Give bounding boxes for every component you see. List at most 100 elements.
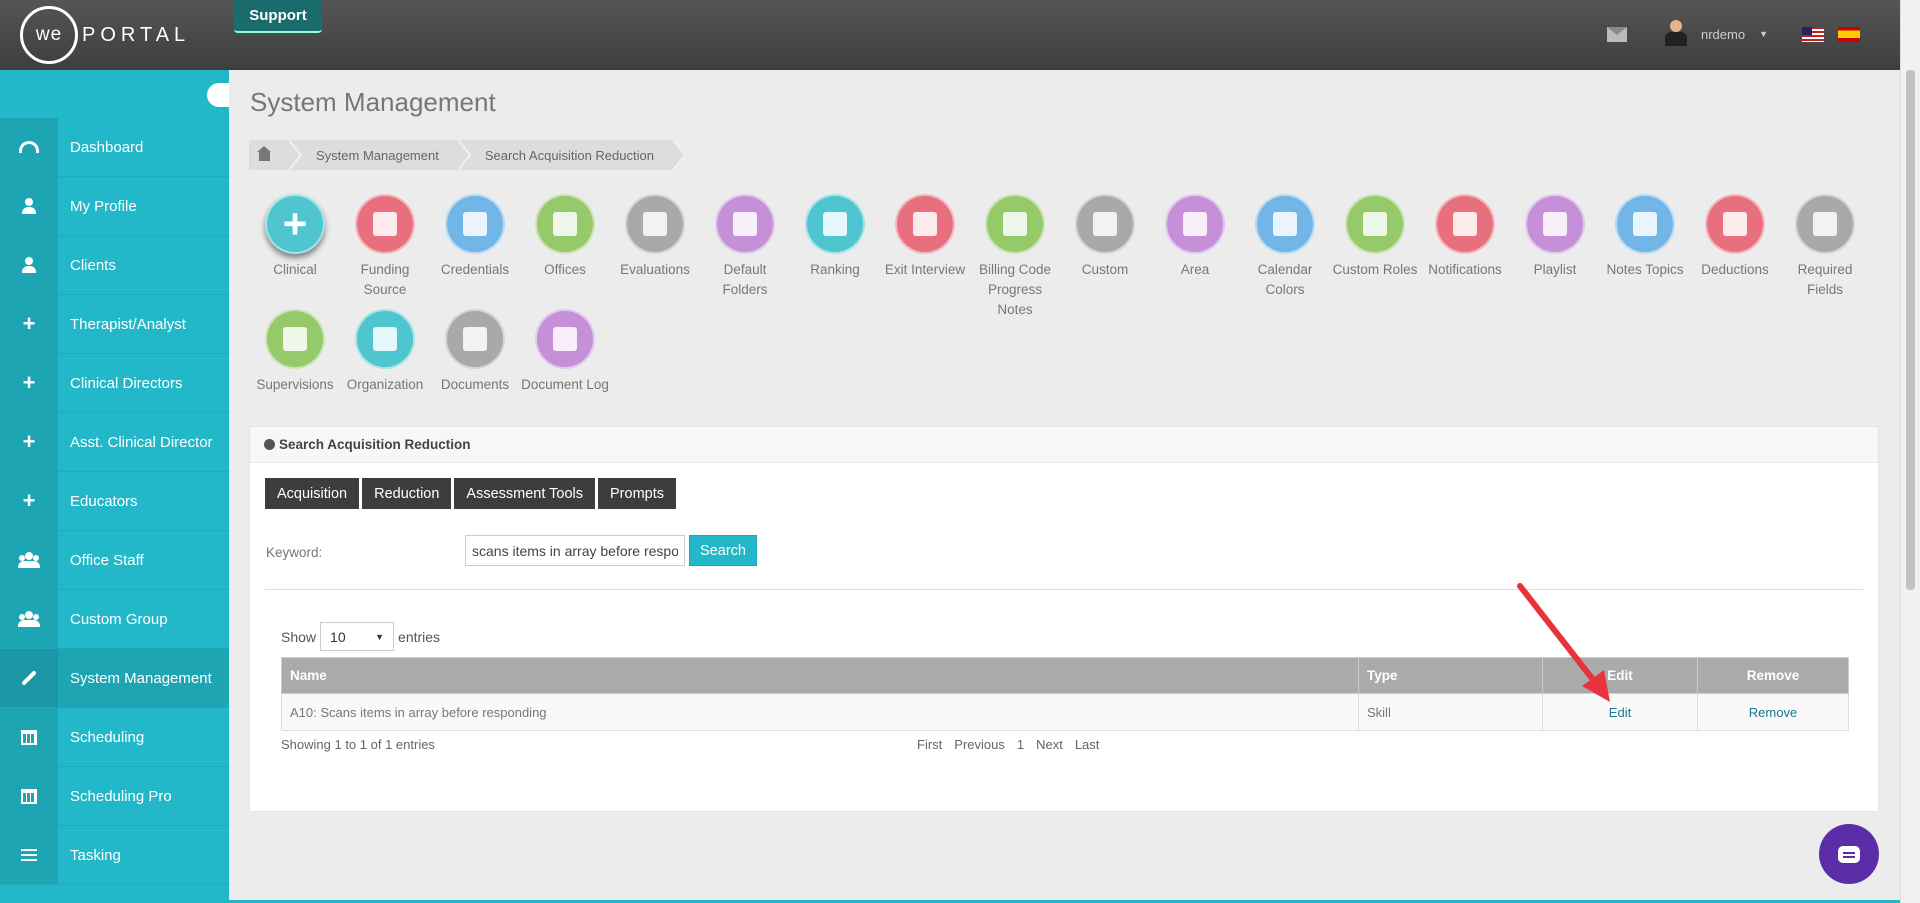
sidebar-item-tasking[interactable]: Tasking	[0, 826, 229, 885]
sidebar-item-asst-clinical-director[interactable]: + Asst. Clinical Director	[0, 413, 229, 472]
module-icon[interactable]	[265, 309, 325, 369]
user-avatar[interactable]	[1665, 20, 1687, 48]
sidebar-toggle[interactable]	[207, 83, 229, 107]
sidebar-item-educators[interactable]: + Educators	[0, 472, 229, 531]
module-funding-source[interactable]: Funding Source	[340, 194, 430, 300]
sidebar-item-clients[interactable]: Clients	[0, 236, 229, 295]
module-icon[interactable]	[1705, 194, 1765, 254]
module-icon[interactable]	[535, 309, 595, 369]
spain-flag-icon[interactable]	[1838, 26, 1860, 42]
notes-topics-icon	[1633, 212, 1657, 236]
module-label: Evaluations	[620, 262, 690, 277]
scrollbar-thumb[interactable]	[1906, 70, 1915, 590]
sidebar-item-system-management[interactable]: System Management	[0, 649, 229, 708]
module-notes-topics[interactable]: Notes Topics	[1600, 194, 1690, 280]
module-icon[interactable]	[1255, 194, 1315, 254]
tab-reduction[interactable]: Reduction	[362, 478, 452, 509]
pager-next[interactable]: Next	[1036, 737, 1063, 752]
module-playlist[interactable]: Playlist	[1510, 194, 1600, 280]
module-billing-code-progress-notes[interactable]: Billing Code Progress Notes	[970, 194, 1060, 320]
module-icon[interactable]	[445, 309, 505, 369]
tab-acquisition[interactable]: Acquisition	[265, 478, 360, 509]
icon-cell: +	[0, 413, 58, 471]
sidebar-item-scheduling[interactable]: Scheduling	[0, 708, 229, 767]
module-icon[interactable]	[1435, 194, 1495, 254]
module-exit-interview[interactable]: Exit Interview	[880, 194, 970, 280]
logo[interactable]: we PORTAL	[20, 5, 190, 65]
pager-first[interactable]: First	[917, 737, 942, 752]
us-flag-icon[interactable]	[1802, 26, 1824, 42]
sidebar-item-therapist-analyst[interactable]: + Therapist/Analyst	[0, 295, 229, 354]
module-documents[interactable]: Documents	[430, 309, 520, 395]
module-icon[interactable]	[355, 194, 415, 254]
pager-last[interactable]: Last	[1075, 737, 1100, 752]
breadcrumb-item[interactable]: Search Acquisition Reduction	[458, 140, 687, 170]
module-icon[interactable]	[535, 194, 595, 254]
module-required-fields[interactable]: Required Fields	[1780, 194, 1870, 300]
col-remove[interactable]: Remove	[1697, 657, 1849, 694]
sidebar-item-my-profile[interactable]: My Profile	[0, 177, 229, 236]
module-custom[interactable]: Custom	[1060, 194, 1150, 280]
module-label: Custom Roles	[1332, 262, 1418, 277]
module-deductions[interactable]: Deductions	[1690, 194, 1780, 280]
module-icon[interactable]	[355, 309, 415, 369]
tab-prompts[interactable]: Prompts	[598, 478, 677, 509]
pager-previous[interactable]: Previous	[954, 737, 1005, 752]
col-name[interactable]: Name	[281, 657, 1359, 694]
support-button[interactable]: Support	[234, 0, 322, 33]
sidebar-item-label: Office Staff	[70, 551, 144, 569]
module-evaluations[interactable]: Evaluations	[610, 194, 700, 280]
keyword-input[interactable]	[465, 535, 685, 566]
module-icon[interactable]	[625, 194, 685, 254]
sidebar-item-office-staff[interactable]: Office Staff	[0, 531, 229, 590]
module-icon[interactable]	[985, 194, 1045, 254]
deductions-icon	[1723, 212, 1747, 236]
breadcrumb-home[interactable]	[249, 140, 302, 170]
module-notifications[interactable]: Notifications	[1420, 194, 1510, 280]
module-organization[interactable]: Organization	[340, 309, 430, 395]
module-default-folders[interactable]: Default Folders	[700, 194, 790, 300]
sidebar-item-clinical-directors[interactable]: + Clinical Directors	[0, 354, 229, 413]
sidebar-item-dashboard[interactable]: Dashboard	[0, 118, 229, 177]
users-icon	[18, 552, 40, 568]
chat-button[interactable]	[1819, 824, 1879, 884]
module-icon[interactable]	[1165, 194, 1225, 254]
sidebar-item-label: System Management	[70, 669, 212, 687]
module-icon[interactable]: +	[265, 194, 325, 254]
module-supervisions[interactable]: Supervisions	[250, 309, 340, 395]
caret-down-icon[interactable]: ▼	[1759, 29, 1768, 39]
search-button[interactable]: Search	[689, 535, 757, 566]
module-offices[interactable]: Offices	[520, 194, 610, 280]
module-icon[interactable]	[805, 194, 865, 254]
module-calendar-colors[interactable]: Calendar Colors	[1240, 194, 1330, 300]
scrollbar[interactable]	[1900, 0, 1920, 903]
username[interactable]: nrdemo	[1701, 27, 1745, 42]
sidebar-item-custom-group[interactable]: Custom Group	[0, 590, 229, 649]
module-credentials[interactable]: Credentials	[430, 194, 520, 280]
entries-label: entries	[398, 628, 441, 645]
module-ranking[interactable]: Ranking	[790, 194, 880, 280]
sidebar-item-label: Asst. Clinical Director	[70, 433, 213, 451]
module-icon[interactable]	[1615, 194, 1675, 254]
sidebar-item-label: Scheduling Pro	[70, 787, 172, 805]
mail-icon[interactable]	[1607, 26, 1627, 42]
module-icon[interactable]	[445, 194, 505, 254]
page-size-select[interactable]: 10 ▼	[320, 622, 395, 651]
module-icon[interactable]	[895, 194, 955, 254]
tab-assessment-tools[interactable]: Assessment Tools	[454, 478, 596, 509]
breadcrumb-item[interactable]: System Management	[290, 140, 471, 170]
module-label: Document Log	[521, 377, 609, 392]
module-document-log[interactable]: Document Log	[520, 309, 610, 395]
module-icon[interactable]	[1345, 194, 1405, 254]
pager-page[interactable]: 1	[1017, 737, 1024, 752]
module-icon[interactable]	[1075, 194, 1135, 254]
wrench-icon	[21, 670, 37, 686]
module-icon[interactable]	[1795, 194, 1855, 254]
module-clinical[interactable]: + Clinical	[250, 194, 340, 280]
module-icon[interactable]	[715, 194, 775, 254]
module-icon[interactable]	[1525, 194, 1585, 254]
module-custom-roles[interactable]: Custom Roles	[1330, 194, 1420, 280]
module-area[interactable]: Area	[1150, 194, 1240, 280]
remove-link[interactable]: Remove	[1749, 705, 1797, 720]
sidebar-item-scheduling-pro[interactable]: Scheduling Pro	[0, 767, 229, 826]
